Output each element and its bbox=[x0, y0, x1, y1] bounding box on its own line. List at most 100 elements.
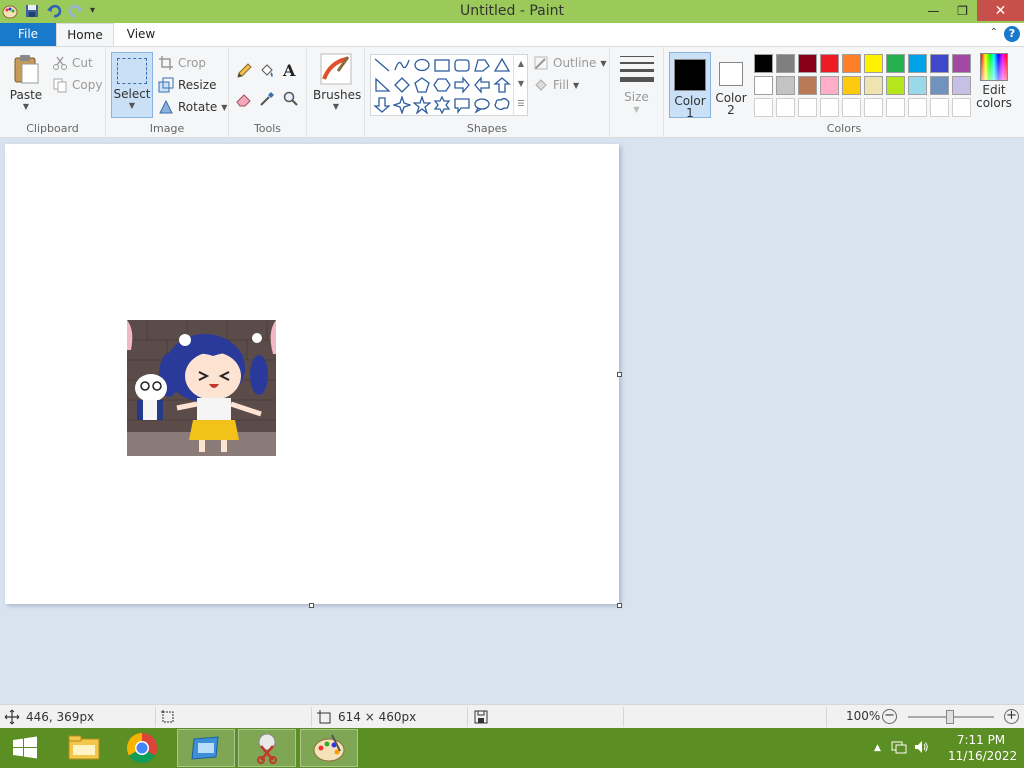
palette-swatch[interactable] bbox=[886, 54, 905, 73]
tab-home[interactable]: Home bbox=[56, 23, 114, 47]
line-shape-icon[interactable] bbox=[373, 56, 391, 74]
shapes-scroll-up-icon[interactable]: ▲ bbox=[514, 54, 528, 74]
four-point-star-shape-icon[interactable] bbox=[391, 94, 413, 116]
fill-button[interactable]: Fill ▼ bbox=[533, 77, 579, 93]
polygon-shape-icon[interactable] bbox=[473, 56, 491, 74]
palette-swatch[interactable] bbox=[798, 54, 817, 73]
zoom-in-button[interactable]: + bbox=[1004, 709, 1019, 724]
pencil-tool[interactable] bbox=[236, 63, 252, 82]
canvas-resize-handle-bottom[interactable] bbox=[309, 603, 314, 608]
palette-swatch[interactable] bbox=[952, 76, 971, 95]
palette-swatch[interactable] bbox=[798, 98, 817, 117]
palette-swatch[interactable] bbox=[754, 54, 773, 73]
outline-dropdown-icon[interactable]: ▼ bbox=[600, 59, 606, 68]
size-dropdown-icon[interactable]: ▼ bbox=[610, 105, 663, 114]
drawing-canvas[interactable] bbox=[5, 144, 619, 604]
palette-swatch[interactable] bbox=[798, 76, 817, 95]
canvas-workspace[interactable] bbox=[0, 138, 1024, 704]
rotate-dropdown-icon[interactable]: ▼ bbox=[221, 103, 227, 112]
maximize-button[interactable]: ❐ bbox=[948, 0, 977, 21]
palette-swatch[interactable] bbox=[842, 76, 861, 95]
canvas-resize-handle-right[interactable] bbox=[617, 372, 622, 377]
start-button[interactable] bbox=[4, 732, 44, 764]
brushes-button[interactable]: Brushes ▼ bbox=[313, 53, 361, 111]
close-button[interactable]: ✕ bbox=[977, 0, 1024, 21]
rounded-callout-shape-icon[interactable] bbox=[453, 96, 471, 114]
palette-swatch[interactable] bbox=[886, 98, 905, 117]
palette-swatch[interactable] bbox=[908, 76, 927, 95]
shapes-scroll-down-icon[interactable]: ▼ bbox=[514, 74, 528, 94]
volume-icon[interactable] bbox=[913, 739, 929, 758]
rounded-rectangle-shape-icon[interactable] bbox=[453, 56, 471, 74]
down-arrow-shape-icon[interactable] bbox=[373, 96, 391, 114]
taskbar-chrome[interactable] bbox=[113, 729, 171, 767]
palette-swatch[interactable] bbox=[952, 98, 971, 117]
resize-button[interactable]: Resize bbox=[158, 77, 216, 93]
show-hidden-icons-icon[interactable]: ▲ bbox=[874, 743, 881, 753]
oval-shape-icon[interactable] bbox=[413, 56, 431, 74]
outline-button[interactable]: Outline ▼ bbox=[533, 55, 607, 71]
palette-swatch[interactable] bbox=[952, 54, 971, 73]
pasted-image[interactable] bbox=[127, 320, 276, 456]
right-triangle-shape-icon[interactable] bbox=[373, 76, 391, 94]
paste-button[interactable]: Paste ▼ bbox=[6, 53, 46, 111]
palette-swatch[interactable] bbox=[864, 76, 883, 95]
palette-swatch[interactable] bbox=[754, 76, 773, 95]
palette-swatch[interactable] bbox=[908, 98, 927, 117]
curve-shape-icon[interactable] bbox=[393, 56, 411, 74]
cut-button[interactable]: Cut bbox=[52, 55, 93, 71]
edit-colors-button[interactable]: Edit colors bbox=[975, 53, 1013, 110]
cloud-callout-shape-icon[interactable] bbox=[493, 96, 511, 114]
copy-button[interactable]: Copy bbox=[52, 77, 102, 93]
five-point-star-shape-icon[interactable] bbox=[412, 94, 432, 115]
palette-swatch[interactable] bbox=[886, 76, 905, 95]
palette-swatch[interactable] bbox=[908, 54, 927, 73]
palette-swatch[interactable] bbox=[820, 98, 839, 117]
hexagon-shape-icon[interactable] bbox=[433, 76, 451, 94]
text-tool[interactable]: A bbox=[283, 61, 295, 80]
palette-swatch[interactable] bbox=[930, 54, 949, 73]
six-point-star-shape-icon[interactable] bbox=[433, 95, 451, 115]
zoom-out-button[interactable]: − bbox=[882, 709, 897, 724]
taskbar-app-window[interactable] bbox=[177, 729, 235, 767]
tab-view[interactable]: View bbox=[118, 23, 164, 46]
palette-swatch[interactable] bbox=[820, 54, 839, 73]
canvas-resize-handle-corner[interactable] bbox=[617, 603, 622, 608]
select-button[interactable]: Select ▼ bbox=[111, 52, 153, 118]
minimize-button[interactable]: — bbox=[919, 0, 948, 21]
rotate-button[interactable]: Rotate ▼ bbox=[158, 99, 227, 115]
palette-swatch[interactable] bbox=[930, 76, 949, 95]
zoom-slider-thumb[interactable] bbox=[946, 710, 954, 724]
palette-swatch[interactable] bbox=[864, 98, 883, 117]
palette-swatch[interactable] bbox=[776, 76, 795, 95]
size-group[interactable]: Size ▼ bbox=[610, 47, 664, 138]
palette-swatch[interactable] bbox=[820, 76, 839, 95]
palette-swatch[interactable] bbox=[776, 98, 795, 117]
palette-swatch[interactable] bbox=[864, 54, 883, 73]
color-picker-tool[interactable] bbox=[259, 91, 275, 110]
taskbar-snipping-tool[interactable] bbox=[238, 729, 296, 767]
eraser-tool[interactable] bbox=[236, 91, 252, 110]
paste-dropdown-icon[interactable]: ▼ bbox=[6, 102, 46, 111]
diamond-shape-icon[interactable] bbox=[393, 76, 411, 94]
up-arrow-shape-icon[interactable] bbox=[493, 76, 511, 94]
taskbar-clock[interactable]: 7:11 PM 11/16/2022 bbox=[948, 732, 1017, 764]
fill-dropdown-icon[interactable]: ▼ bbox=[573, 81, 579, 90]
palette-swatch[interactable] bbox=[754, 98, 773, 117]
palette-swatch[interactable] bbox=[930, 98, 949, 117]
taskbar-paint[interactable] bbox=[300, 729, 358, 767]
pentagon-shape-icon[interactable] bbox=[413, 76, 431, 94]
oval-callout-shape-icon[interactable] bbox=[473, 96, 491, 114]
palette-swatch[interactable] bbox=[776, 54, 795, 73]
palette-swatch[interactable] bbox=[842, 98, 861, 117]
help-button[interactable]: ? bbox=[1004, 26, 1020, 42]
fill-tool[interactable] bbox=[259, 63, 275, 82]
triangle-shape-icon[interactable] bbox=[493, 56, 511, 74]
network-icon[interactable] bbox=[891, 739, 907, 758]
color1-button[interactable]: Color 1 bbox=[669, 52, 711, 119]
shapes-scroll[interactable]: ▲ ▼ ☰ bbox=[513, 54, 528, 116]
magnifier-tool[interactable] bbox=[283, 91, 299, 110]
brushes-dropdown-icon[interactable]: ▼ bbox=[313, 102, 359, 111]
left-arrow-shape-icon[interactable] bbox=[473, 76, 491, 94]
rectangle-shape-icon[interactable] bbox=[433, 56, 451, 74]
